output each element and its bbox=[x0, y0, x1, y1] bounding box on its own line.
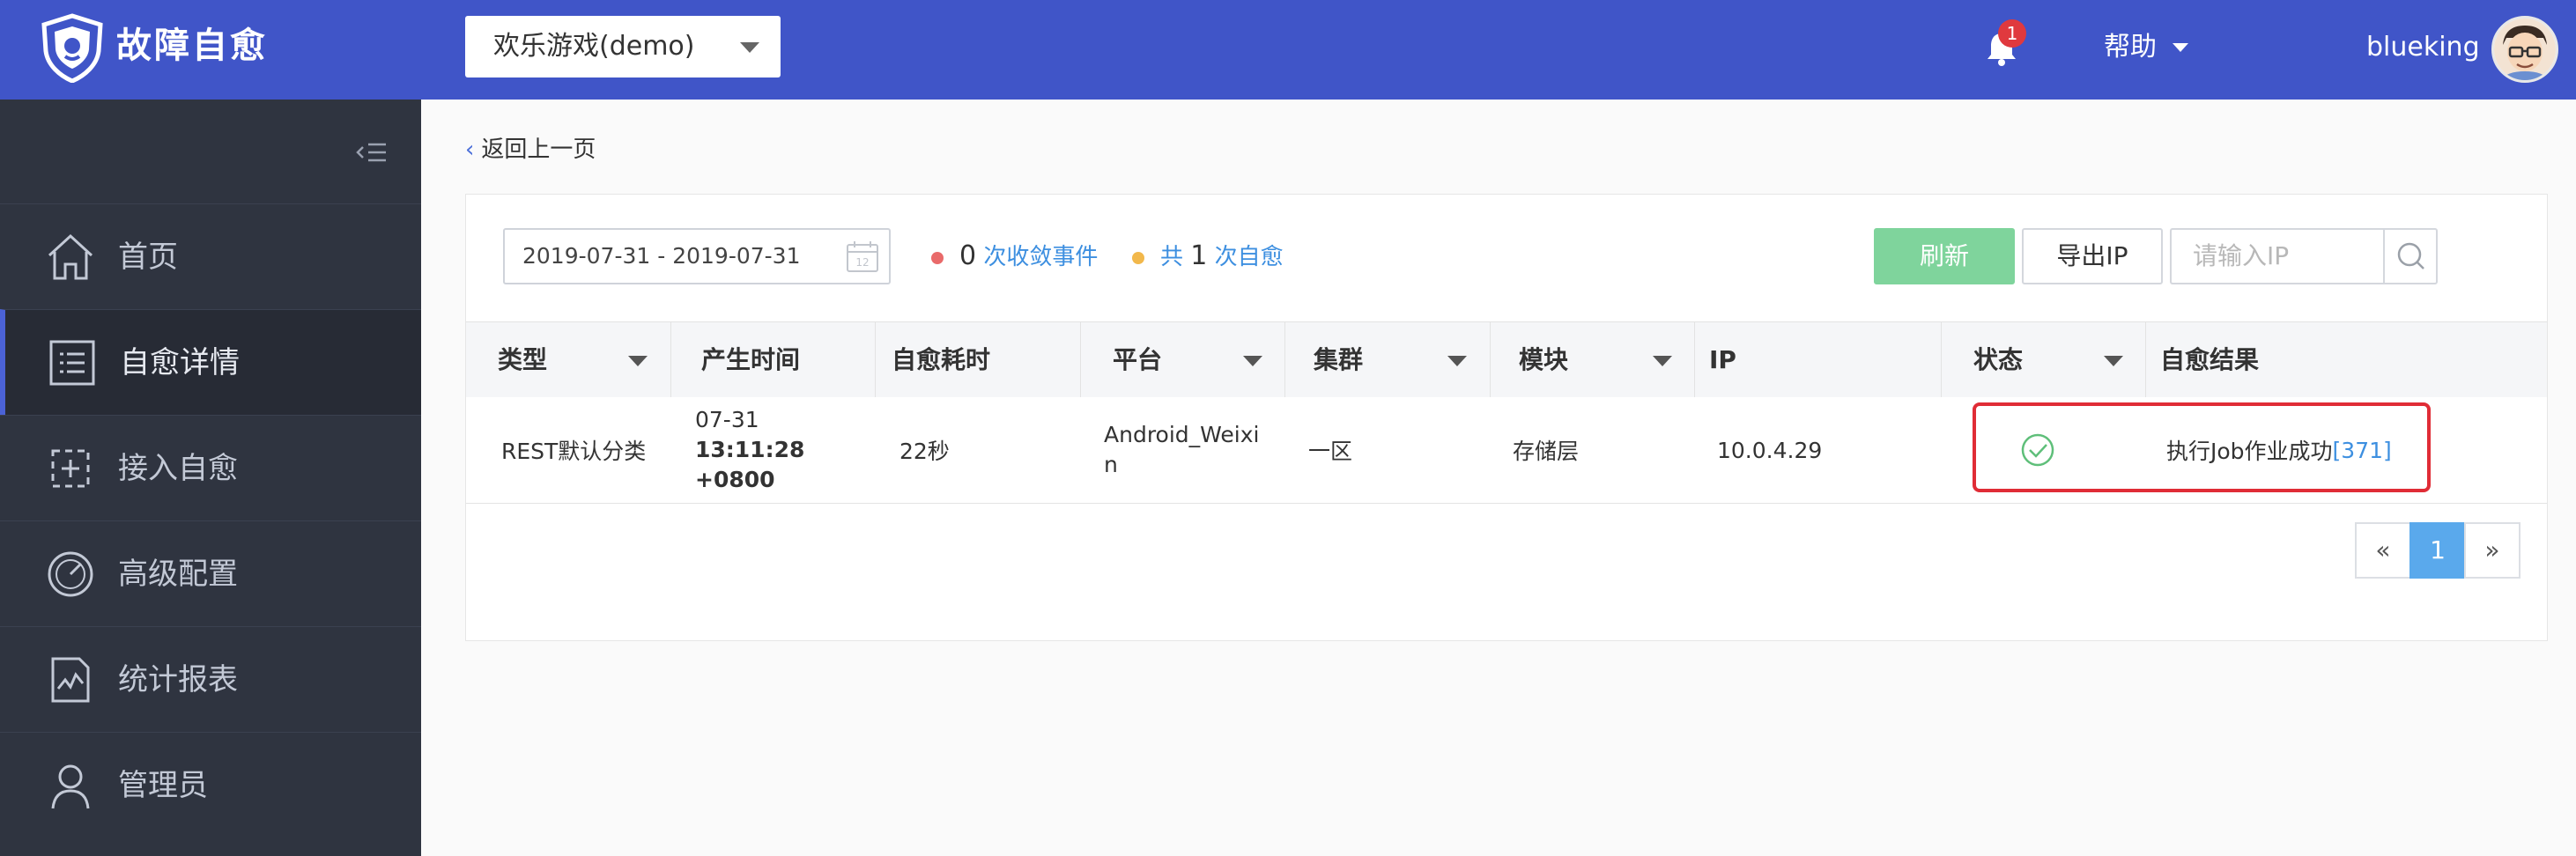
table-header: 类型 产生时间 自愈耗时 平台 集群 模块 IP 状态 自愈结果 bbox=[466, 321, 2547, 399]
sidebar: 首页 自愈详情 接入自愈 高级配置 统计报表 管理员 bbox=[0, 100, 421, 856]
help-label: 帮助 bbox=[2104, 32, 2157, 63]
search-icon bbox=[2397, 242, 2424, 269]
avatar[interactable] bbox=[2491, 16, 2558, 83]
heal-dot bbox=[1132, 251, 1144, 264]
column-header-label: 自愈耗时 bbox=[892, 345, 991, 374]
sidebar-item-label: 自愈详情 bbox=[120, 345, 240, 380]
user-icon bbox=[51, 764, 90, 809]
chevron-left-icon: ‹ bbox=[465, 137, 475, 163]
filter-caret-icon[interactable] bbox=[628, 356, 648, 366]
column-header-label: 类型 bbox=[498, 345, 548, 374]
collapse-menu-icon[interactable] bbox=[356, 140, 388, 165]
highlight-box bbox=[1973, 402, 2431, 492]
converge-label[interactable]: 次收敛事件 bbox=[983, 244, 1098, 270]
cell-module: 存储层 bbox=[1513, 439, 1580, 464]
cell-platform: Android_Weixin bbox=[1104, 422, 1260, 477]
sidebar-item-label: 管理员 bbox=[118, 768, 208, 803]
chevron-down-icon bbox=[740, 42, 759, 53]
help-menu[interactable]: 帮助 bbox=[2104, 26, 2188, 69]
access-icon bbox=[51, 449, 90, 488]
column-header-label: IP bbox=[1709, 345, 1736, 374]
cell-duration: 22秒 bbox=[899, 439, 950, 464]
back-link-label: 返回上一页 bbox=[481, 137, 596, 163]
cell-time: 07-31 13:11:28 +0800 bbox=[695, 397, 871, 503]
export-ip-button[interactable]: 导出IP bbox=[2022, 228, 2163, 284]
heal-prefix: 共 bbox=[1160, 244, 1184, 270]
calendar-icon: 12 bbox=[847, 241, 878, 272]
column-header-label: 产生时间 bbox=[701, 345, 801, 374]
ip-search-input[interactable]: 请输入IP bbox=[2170, 228, 2385, 284]
column-header-module[interactable]: 模块 bbox=[1491, 322, 1695, 398]
converge-dot bbox=[931, 251, 944, 264]
list-icon bbox=[49, 340, 95, 386]
column-header-type[interactable]: 类型 bbox=[466, 322, 671, 398]
business-select[interactable]: 欢乐游戏(demo) bbox=[465, 16, 781, 77]
sidebar-item-heal-detail[interactable]: 自愈详情 bbox=[0, 309, 421, 415]
table-row[interactable]: REST默认分类 07-31 13:11:28 +0800 22秒 Androi… bbox=[466, 397, 2547, 504]
column-header-ip: IP bbox=[1695, 322, 1942, 398]
column-header-label: 状态 bbox=[1973, 345, 2024, 374]
report-icon bbox=[51, 657, 90, 703]
sidebar-item-label: 统计报表 bbox=[118, 662, 238, 697]
cell-type: REST默认分类 bbox=[501, 439, 647, 464]
filter-caret-icon[interactable] bbox=[1653, 356, 1672, 366]
svg-text:12: 12 bbox=[855, 256, 869, 269]
converge-stat: 0 次收敛事件 bbox=[931, 237, 1098, 277]
cell-clock: 13:11:28 bbox=[695, 437, 805, 462]
refresh-button[interactable]: 刷新 bbox=[1874, 228, 2015, 284]
notification-badge: 1 bbox=[1998, 19, 2026, 48]
cell-timezone: +0800 bbox=[695, 467, 775, 492]
top-bar: 故障自愈 欢乐游戏(demo) 1 帮助 blueking bbox=[0, 0, 2576, 100]
avatar-icon bbox=[2494, 18, 2556, 80]
column-header-label: 自愈结果 bbox=[2160, 345, 2260, 374]
detail-panel: 2019-07-31 - 2019-07-31 12 0 次收敛事件 共 1 次… bbox=[465, 194, 2548, 641]
date-range-picker[interactable]: 2019-07-31 - 2019-07-31 12 bbox=[503, 228, 891, 284]
filter-caret-icon[interactable] bbox=[1447, 356, 1467, 366]
heal-label[interactable]: 次自愈 bbox=[1215, 244, 1284, 270]
date-range-value: 2019-07-31 - 2019-07-31 bbox=[522, 243, 801, 269]
filter-caret-icon[interactable] bbox=[1243, 356, 1262, 366]
column-header-status[interactable]: 状态 bbox=[1942, 322, 2146, 398]
column-header-label: 集群 bbox=[1314, 345, 1364, 374]
sidebar-item-advanced[interactable]: 高级配置 bbox=[0, 520, 421, 626]
business-select-value: 欢乐游戏(demo) bbox=[493, 31, 695, 62]
cell-ip: 10.0.4.29 bbox=[1717, 437, 1823, 463]
app-title: 故障自愈 bbox=[116, 26, 268, 66]
column-header-label: 模块 bbox=[1519, 345, 1569, 374]
logo-icon[interactable] bbox=[39, 12, 106, 83]
column-header-time: 产生时间 bbox=[671, 322, 876, 398]
page-next-button[interactable]: » bbox=[2464, 522, 2520, 579]
username[interactable]: blueking bbox=[2366, 26, 2480, 69]
home-icon bbox=[48, 233, 93, 280]
sidebar-item-access[interactable]: 接入自愈 bbox=[0, 415, 421, 520]
sidebar-item-home[interactable]: 首页 bbox=[0, 203, 421, 309]
page-prev-button[interactable]: « bbox=[2355, 522, 2411, 579]
column-header-label: 平台 bbox=[1113, 345, 1163, 374]
converge-count: 0 bbox=[959, 240, 977, 271]
back-link[interactable]: ‹ 返回上一页 bbox=[465, 132, 596, 167]
sidebar-item-label: 首页 bbox=[118, 240, 178, 275]
sidebar-item-label: 接入自愈 bbox=[118, 451, 238, 486]
heal-count: 1 bbox=[1190, 240, 1208, 271]
page-number-button[interactable]: 1 bbox=[2409, 522, 2466, 579]
heal-stat: 共 1 次自愈 bbox=[1132, 237, 1284, 277]
cell-cluster: 一区 bbox=[1308, 439, 1353, 464]
search-button[interactable] bbox=[2383, 228, 2438, 284]
chevron-down-icon bbox=[2172, 43, 2188, 52]
column-header-result: 自愈结果 bbox=[2146, 322, 2547, 398]
column-header-duration: 自愈耗时 bbox=[876, 322, 1081, 398]
cell-date: 07-31 bbox=[695, 407, 759, 432]
column-header-cluster[interactable]: 集群 bbox=[1285, 322, 1491, 398]
sidebar-item-admin[interactable]: 管理员 bbox=[0, 732, 421, 838]
sidebar-item-label: 高级配置 bbox=[118, 557, 238, 592]
gauge-icon bbox=[48, 551, 93, 597]
pagination: « 1 » bbox=[2355, 522, 2520, 580]
column-header-platform[interactable]: 平台 bbox=[1081, 322, 1285, 398]
sidebar-item-report[interactable]: 统计报表 bbox=[0, 626, 421, 732]
filter-caret-icon[interactable] bbox=[2104, 356, 2123, 366]
